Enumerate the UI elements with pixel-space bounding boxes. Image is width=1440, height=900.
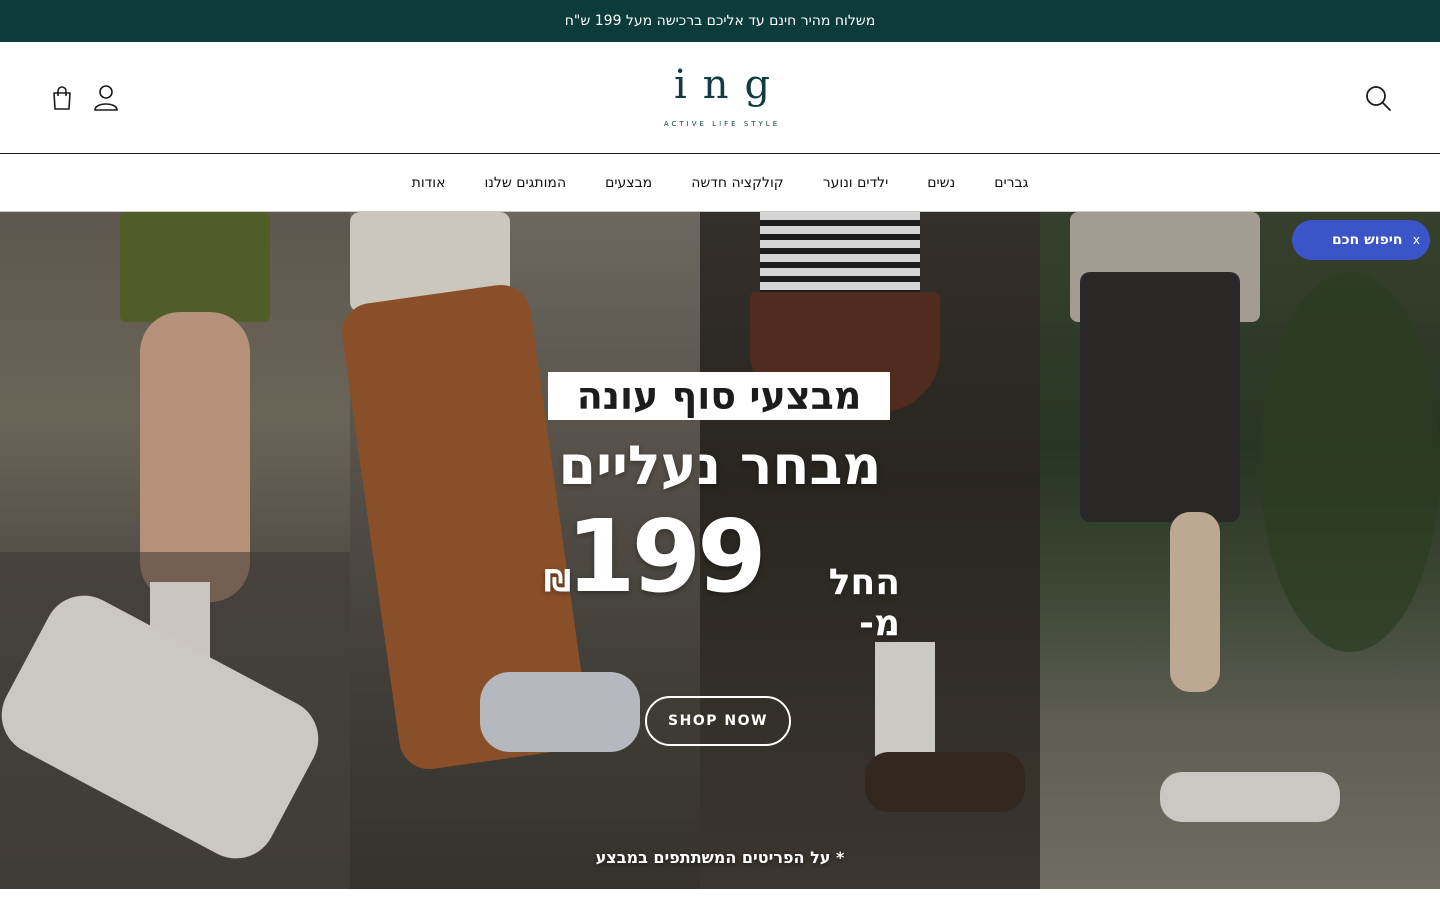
close-icon[interactable]: x [1413,233,1420,247]
nav-item-brands[interactable]: המותגים שלנו [484,175,566,191]
nav-item-women[interactable]: נשים [927,175,955,191]
smart-search-chip[interactable]: חיפוש חכם x [1292,220,1430,260]
price-amount: 199 [566,498,767,615]
announcement-text: משלוח מהיר חינם עד אליכם ברכישה מעל 199 … [564,13,876,29]
search-button[interactable] [1362,82,1394,114]
nav-item-men[interactable]: גברים [994,175,1028,191]
smart-search-label: חיפוש חכם [1332,232,1403,248]
user-icon [94,85,118,111]
hero-price: ₪ 199 החל מ- [540,498,900,645]
shop-now-button[interactable]: SHOP NOW [645,696,791,746]
main-nav: גברים נשים ילדים ונוער קולקציה חדשה מבצע… [0,154,1440,212]
logo-wordmark: ing [674,62,787,108]
shopping-bag-icon [53,86,71,110]
logo-tagline: ACTIVE LIFE STYLE [663,120,781,128]
account-button[interactable] [90,82,122,114]
price-prefix: החל מ- [828,562,900,644]
hero-badge: מבצעי סוף עונה [548,372,890,420]
nav-item-new-collection[interactable]: קולקציה חדשה [691,175,784,191]
hero-footnote: * על הפריטים המשתתפים במבצע [595,848,845,867]
site-header: ing ACTIVE LIFE STYLE [0,42,1440,154]
cart-button[interactable] [46,82,78,114]
hero-headline: מבחר נעליים [558,434,882,497]
hero-banner[interactable]: מבצעי סוף עונה מבחר נעליים ₪ 199 החל מ- … [0,212,1440,889]
brand-logo[interactable]: ing ACTIVE LIFE STYLE [660,62,784,134]
announcement-bar: משלוח מהיר חינם עד אליכם ברכישה מעל 199 … [0,0,1440,42]
nav-item-kids[interactable]: ילדים ונוער [823,175,889,191]
nav-item-about[interactable]: אודות [412,175,446,191]
search-icon [1366,86,1391,111]
nav-item-sales[interactable]: מבצעים [605,175,652,191]
